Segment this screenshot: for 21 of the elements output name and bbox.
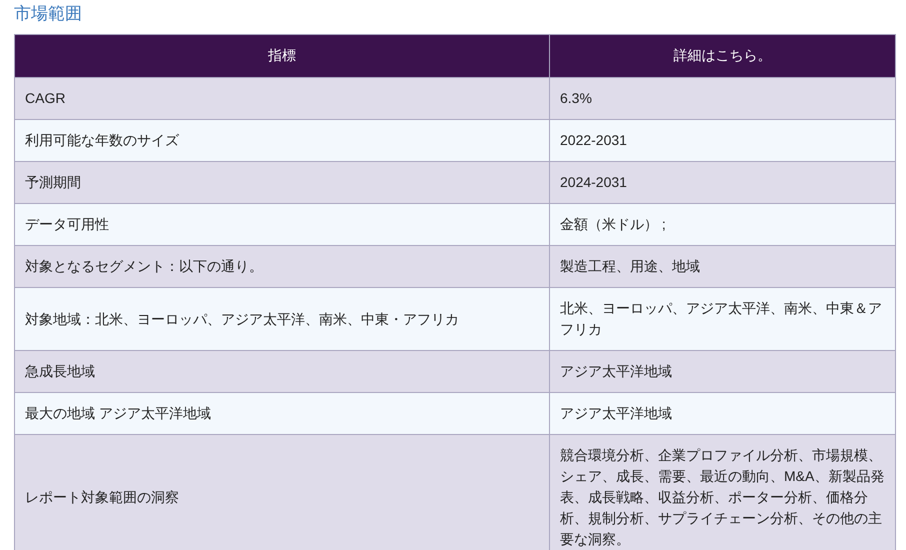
table-cell: 製造工程、用途、地域: [550, 246, 896, 288]
table-cell: 予測期間: [14, 162, 550, 204]
table-cell: データ可用性: [14, 204, 550, 246]
table-cell: 急成長地域: [14, 350, 550, 392]
table-cell: CAGR: [14, 78, 550, 120]
table-cell: アジア太平洋地域: [550, 350, 896, 392]
table-cell: アジア太平洋地域: [550, 392, 896, 434]
table-cell: 競合環境分析、企業プロファイル分析、市場規模、シェア、成長、需要、最近の動向、M&A、新製品発表、成長戦略、収益分析、ポーター分析、価格分析、規制分析、サプライチェーン分析、その他の主要な洞察。: [550, 434, 896, 550]
table-cell: レポート対象範囲の洞察: [14, 434, 550, 550]
table-cell: 最大の地域 アジア太平洋地域: [14, 392, 550, 434]
column-header: 詳細はこちら。: [550, 34, 896, 78]
table-cell: 2022-2031: [550, 120, 896, 162]
table-cell: 北米、ヨーロッパ、アジア太平洋、南米、中東＆アフリカ: [550, 288, 896, 350]
table-cell: 対象となるセグメント：以下の通り。: [14, 246, 550, 288]
section-title: 市場範囲: [14, 3, 82, 25]
table-cell: 利用可能な年数のサイズ: [14, 120, 550, 162]
table-cell: 対象地域：北米、ヨーロッパ、アジア太平洋、南米、中東・アフリカ: [14, 288, 550, 350]
column-header: 指標: [14, 34, 550, 78]
table-cell: 金額（米ドル） ;: [550, 204, 896, 246]
table-cell: 6.3%: [550, 78, 896, 120]
table-cell: 2024-2031: [550, 162, 896, 204]
